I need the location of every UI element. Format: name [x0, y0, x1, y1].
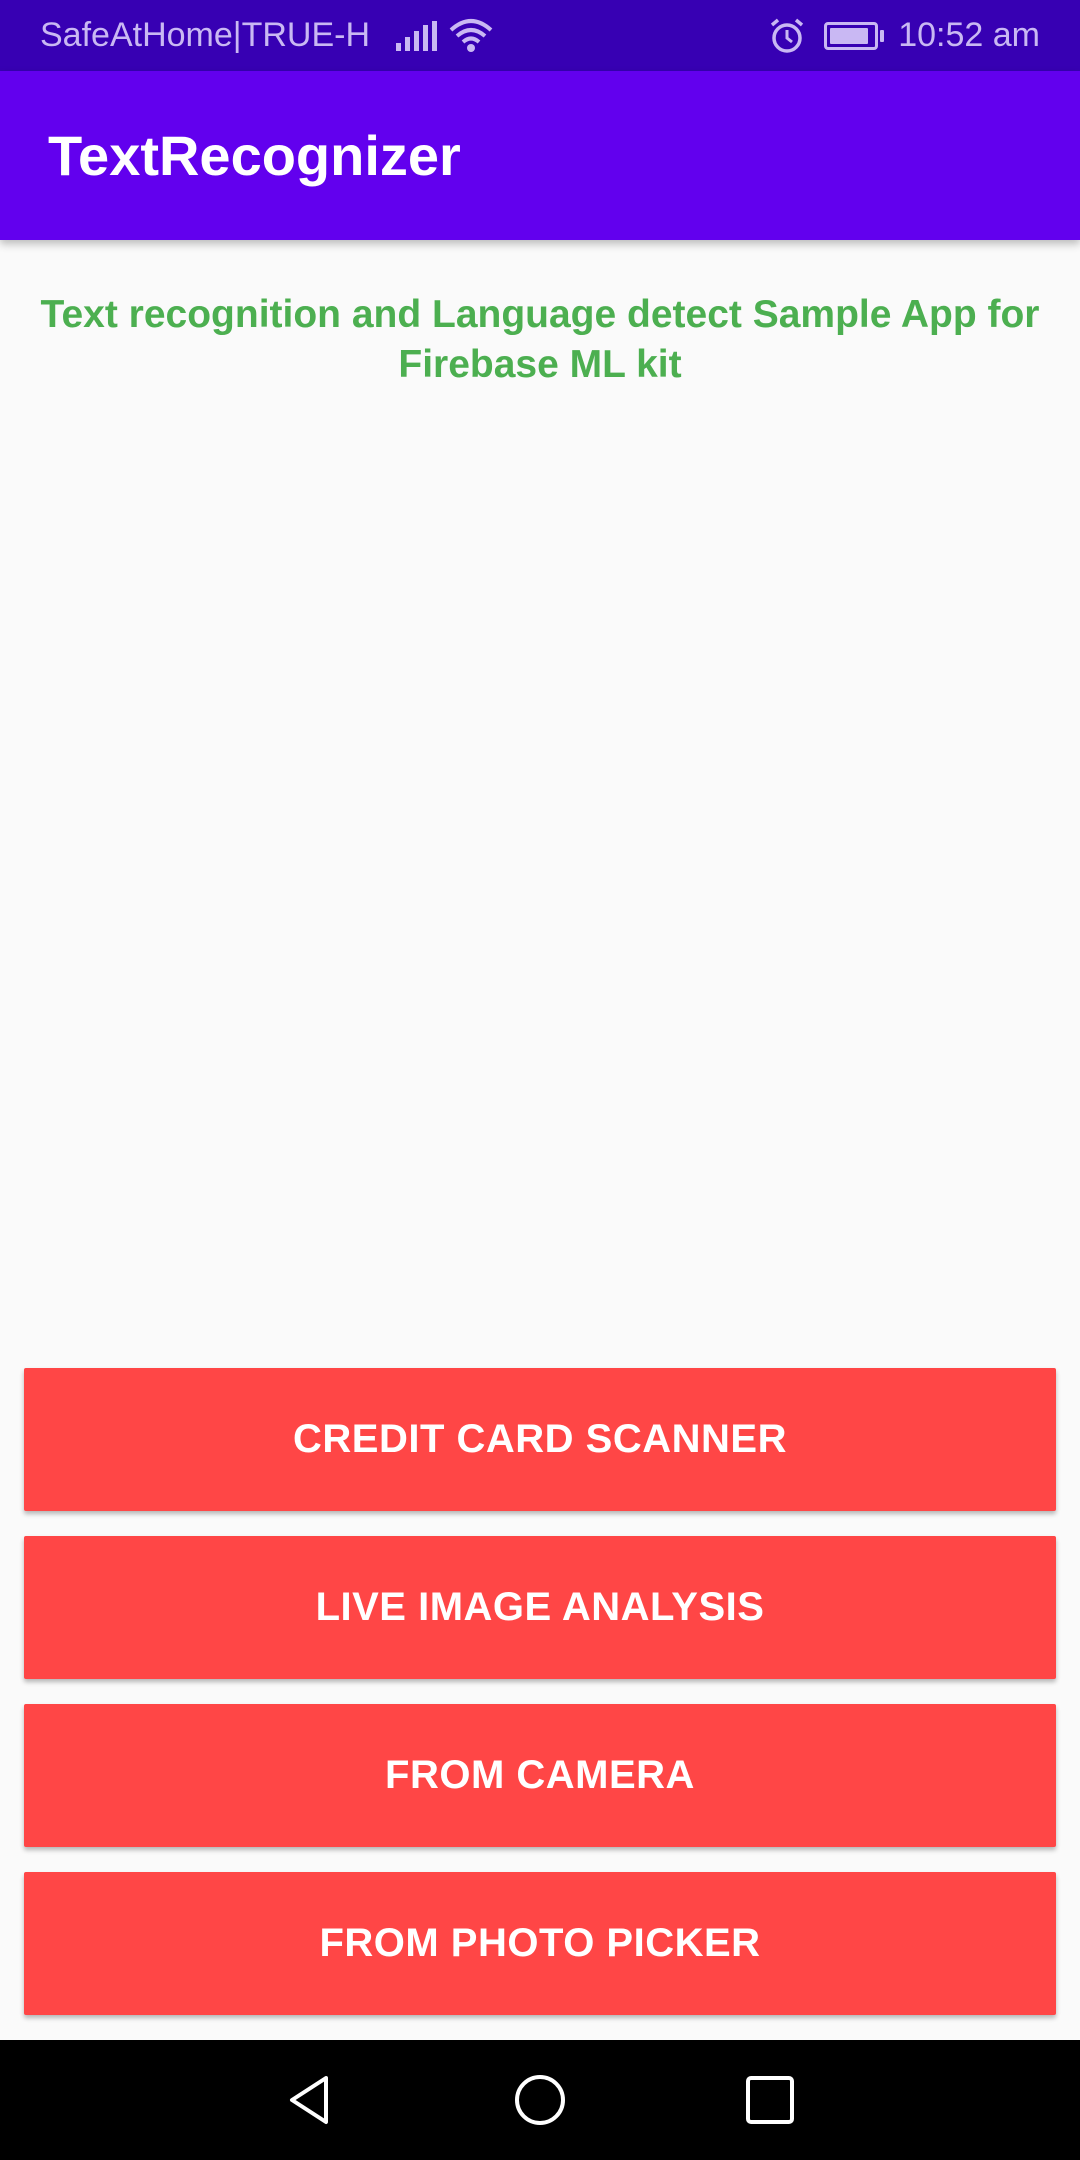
signal-icon [396, 20, 438, 51]
live-image-analysis-button[interactable]: LIVE IMAGE ANALYSIS [24, 1536, 1056, 1679]
app-title: TextRecognizer [48, 124, 461, 187]
credit-card-scanner-button[interactable]: CREDIT CARD SCANNER [24, 1368, 1056, 1511]
recents-icon[interactable] [742, 2072, 798, 2128]
alarm-icon [771, 18, 804, 53]
battery-icon [824, 21, 885, 50]
clock: 10:52 am [898, 16, 1040, 54]
back-icon[interactable] [282, 2072, 338, 2128]
home-icon[interactable] [512, 2072, 568, 2128]
navigation-bar [0, 2040, 1080, 2160]
wifi-icon [449, 18, 493, 52]
app-bar: TextRecognizer [0, 71, 1080, 240]
from-camera-button[interactable]: FROM CAMERA [24, 1704, 1056, 1847]
battery-level-fill [830, 27, 869, 44]
from-photo-picker-button[interactable]: FROM PHOTO PICKER [24, 1872, 1056, 2015]
app-description: Text recognition and Language detect Sam… [40, 293, 1040, 386]
carrier-name: SafeAtHome|TRUE-H [40, 16, 371, 54]
status-bar: SafeAtHome|TRUE-H 10:52 am [0, 0, 1080, 71]
